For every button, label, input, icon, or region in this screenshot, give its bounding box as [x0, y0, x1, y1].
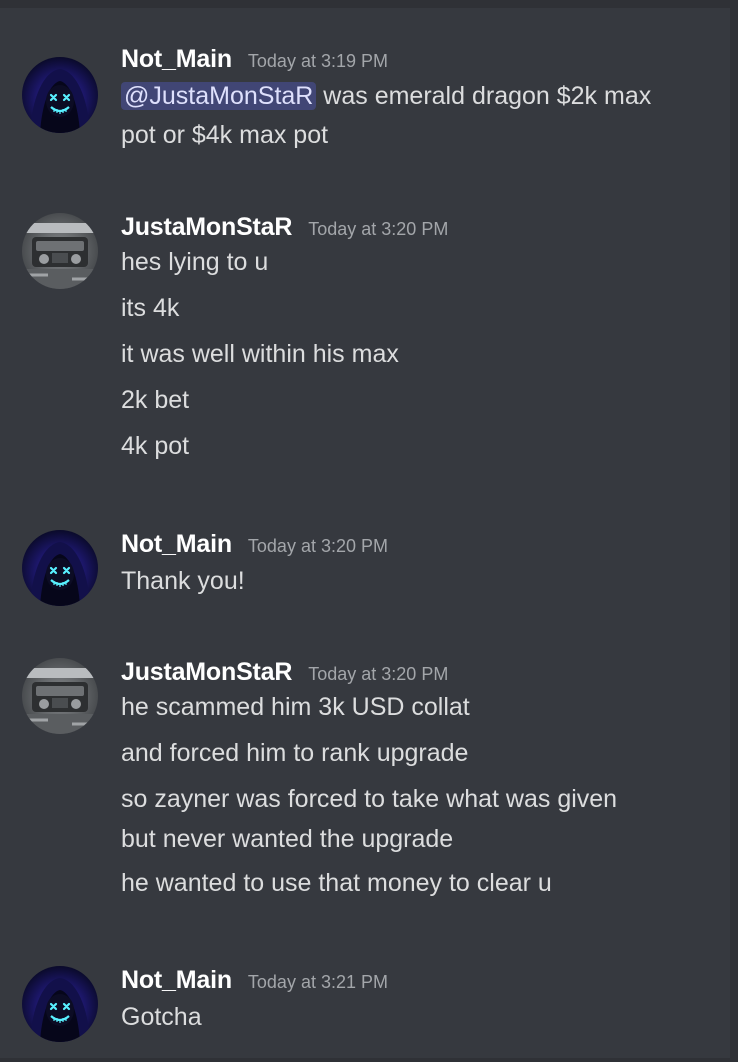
username[interactable]: JustaMonStaR [121, 213, 292, 242]
timestamp: Today at 3:19 PM [247, 51, 388, 71]
hooded-neon-mask-avatar-icon [22, 530, 98, 606]
timestamp: Today at 3:20 PM [247, 536, 388, 556]
timestamp: Today at 3:20 PM [308, 664, 449, 684]
user-mention[interactable]: @JustaMonStaR [121, 82, 317, 110]
engine-bay-photo-avatar-icon [22, 658, 98, 734]
avatar[interactable] [22, 966, 98, 1042]
message-line: he wanted to use that money to clear u [121, 869, 552, 897]
avatar[interactable] [22, 57, 98, 133]
message-line: 2k bet [121, 386, 190, 414]
username[interactable]: Not_Main [121, 966, 232, 995]
chat-window: Not_Main Today at 3:19 PM @JustaMonStaR … [0, 0, 738, 1062]
hooded-neon-mask-avatar-icon [22, 57, 98, 133]
hooded-neon-mask-avatar-icon [22, 966, 98, 1042]
message-content: JustaMonStaR Today at 3:20 PM hes lying … [121, 213, 710, 469]
message-content: Not_Main Today at 3:20 PM Thank you! [121, 530, 710, 601]
username[interactable]: Not_Main [121, 530, 232, 559]
message-content: JustaMonStaR Today at 3:20 PM he scammed… [121, 658, 710, 906]
message-header: Not_Main Today at 3:20 PM [121, 530, 710, 562]
message-line: it was well within his max [121, 340, 399, 368]
message-line: and forced him to rank upgrade [121, 739, 469, 767]
message-header: Not_Main Today at 3:21 PM [121, 966, 710, 998]
message-line: Thank you! [121, 567, 245, 595]
avatar[interactable] [22, 658, 98, 734]
message-line: its 4k [121, 294, 180, 322]
message-line: he scammed him 3k USD collat [121, 693, 470, 721]
username[interactable]: JustaMonStaR [121, 658, 292, 687]
message-line: pot or $4k max pot [121, 121, 329, 149]
username[interactable]: Not_Main [121, 45, 232, 74]
message-line: hes lying to u [121, 248, 269, 276]
message-content: Not_Main Today at 3:19 PM @JustaMonStaR … [121, 45, 710, 155]
message-line: Gotcha [121, 1003, 202, 1031]
message-text: was emerald dragon $2k max [316, 82, 652, 110]
message-line: so zayner was forced to take what was gi… [121, 785, 618, 813]
engine-bay-photo-avatar-icon [22, 213, 98, 289]
timestamp: Today at 3:21 PM [247, 972, 388, 992]
message-header: Not_Main Today at 3:19 PM [121, 45, 710, 77]
message-content: Not_Main Today at 3:21 PM Gotcha [121, 966, 710, 1037]
avatar[interactable] [22, 530, 98, 606]
message-line: but never wanted the upgrade [121, 825, 454, 853]
message-line: 4k pot [121, 432, 190, 460]
timestamp: Today at 3:20 PM [308, 219, 449, 239]
avatar[interactable] [22, 213, 98, 289]
message-line: @JustaMonStaR was emerald dragon $2k max [121, 77, 710, 116]
